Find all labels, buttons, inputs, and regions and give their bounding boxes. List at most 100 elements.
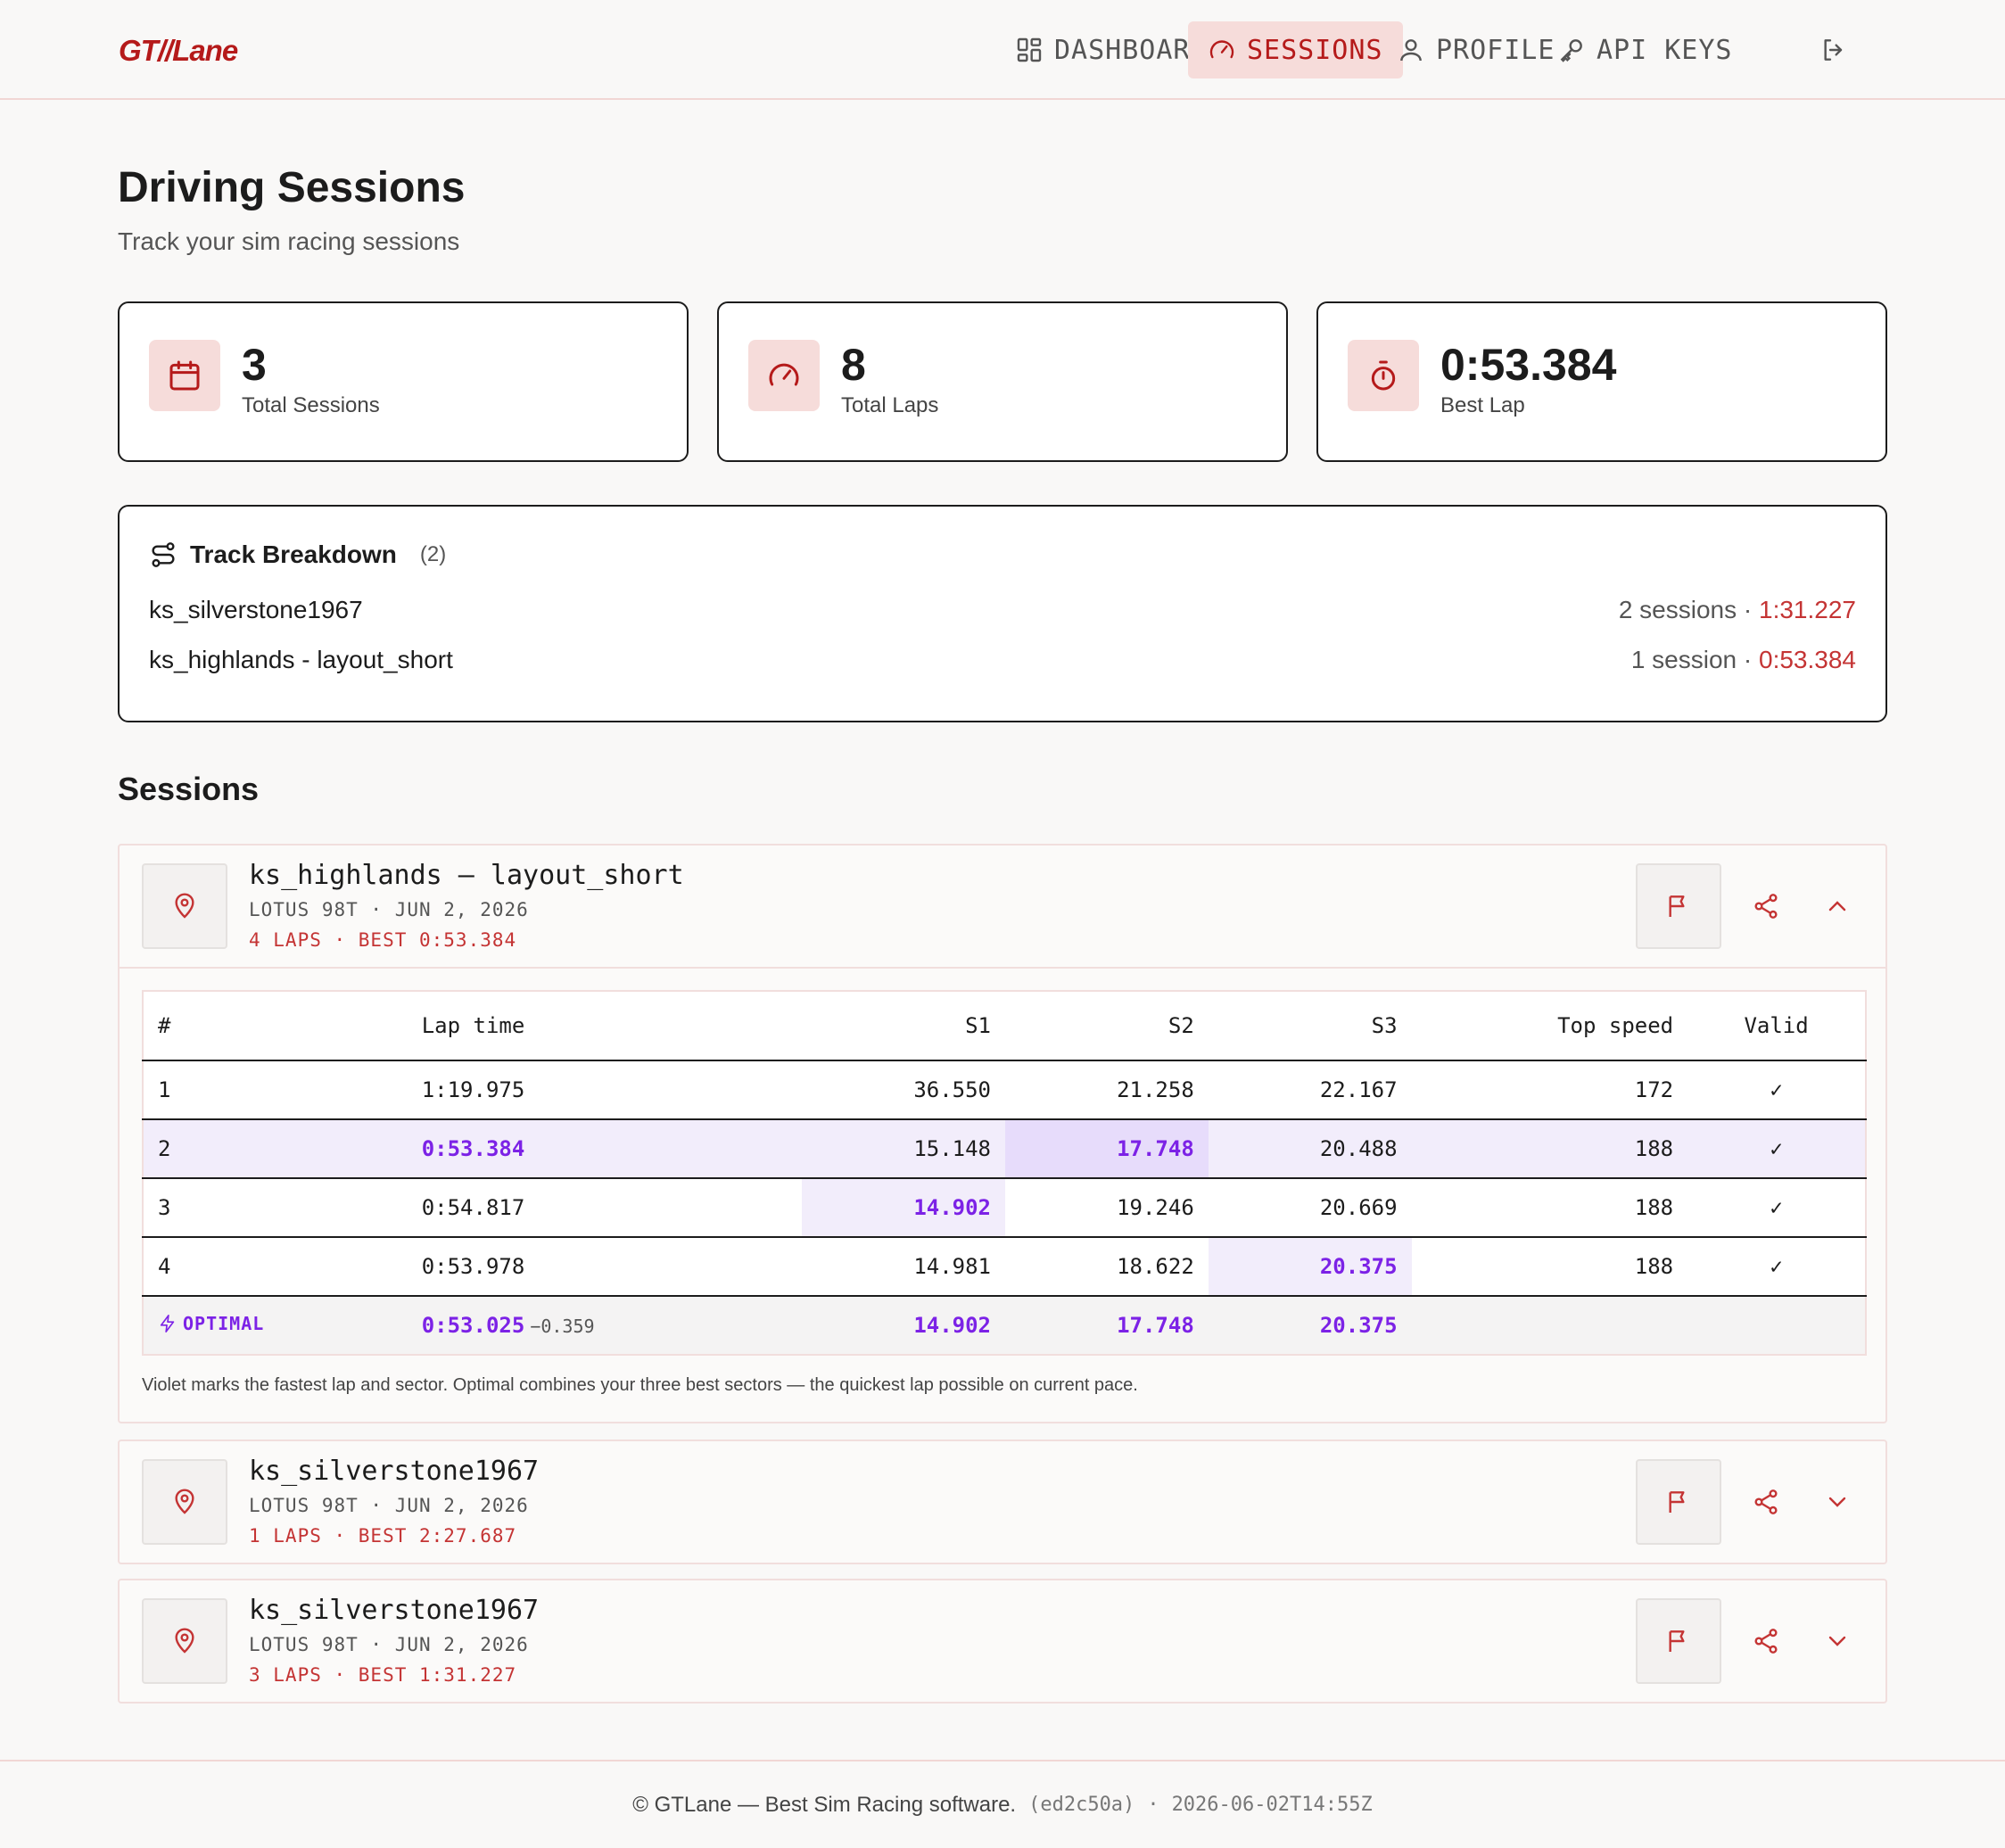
flag-icon [1669,1491,1685,1513]
nav-sessions[interactable]: SESSIONS [1188,21,1403,78]
session-header[interactable]: ks_silverstone1967 LOTUS 98T · JUN 2, 20… [120,1580,1885,1702]
optimal-lap-time: 0:53.025 [421,1313,525,1338]
session-track: ks_silverstone1967 [249,1595,540,1626]
footer-separator: · [1147,1794,1159,1816]
calendar-icon [169,360,200,391]
lap-table-header: # Lap time S1 S2 S3 Top speed Valid [143,991,1866,1061]
session-meta: LOTUS 98T · JUN 2, 2026 [249,1495,529,1516]
optimal-s1: 14.902 [802,1296,1006,1355]
map-pin-icon [175,893,194,919]
session-laps-panel: # Lap time S1 S2 S3 Top speed Valid 1 1:… [120,967,1885,1421]
lap-s1: 14.981 [802,1237,1006,1297]
share-icon [1754,1489,1778,1514]
lap-top-speed: 188 [1411,1178,1688,1238]
lap-s3: 20.669 [1208,1178,1412,1238]
optimal-delta: −0.359 [530,1316,595,1337]
page-title: Driving Sessions [118,164,466,211]
session-header[interactable]: ks_silverstone1967 LOTUS 98T · JUN 2, 20… [120,1441,1885,1563]
brand-logo[interactable]: GT//Lane [119,34,238,68]
stat-value: 3 [242,340,267,390]
lap-top-speed: 172 [1411,1060,1688,1120]
track-breakdown-row: ks_highlands - layout_short 1 session · … [149,642,1856,678]
flag-button[interactable] [1636,1459,1721,1545]
key-icon [1560,39,1582,62]
track-breakdown-title: Track Breakdown [190,540,397,568]
collapse-button[interactable] [1816,885,1859,928]
chevron-up-icon [1828,901,1846,912]
stat-value: 8 [841,340,866,390]
lap-table-note: Violet marks the fastest lap and sector.… [142,1375,1138,1395]
session-stats: 4 LAPS · BEST 0:53.384 [249,929,517,951]
gauge-icon [769,363,799,386]
optimal-s3: 20.375 [1208,1296,1412,1355]
lap-top-speed: 188 [1411,1119,1688,1179]
expand-button[interactable] [1816,1481,1859,1523]
nav-sessions-label: SESSIONS [1247,34,1383,66]
nav-dashboard-label: DASHBOARD [1054,34,1208,66]
stopwatch-icon [1371,360,1396,391]
session-stats: 1 LAPS · BEST 2:27.687 [249,1525,517,1547]
col-header-lap: Lap time [407,991,803,1061]
session-track: ks_highlands – layout_short [249,860,684,891]
col-header-s3: S3 [1208,991,1412,1061]
flag-icon [1669,895,1685,917]
col-header-s2: S2 [1005,991,1209,1061]
lap-num: 4 [143,1237,408,1297]
stat-icon-box [149,340,220,411]
page-subtitle: Track your sim racing sessions [118,227,460,255]
track-name: ks_highlands - layout_short [149,646,453,673]
expand-button[interactable] [1816,1620,1859,1662]
session-card: ks_highlands – layout_short LOTUS 98T · … [118,844,1887,1423]
lap-num: 3 [143,1178,408,1238]
lap-row: 3 0:54.817 14.902 19.246 20.669 188 ✓ [143,1178,1866,1238]
col-header-top-speed: Top speed [1411,991,1688,1061]
share-icon [1754,1629,1778,1654]
stat-icon-box [748,340,820,411]
lap-num: 2 [143,1119,408,1179]
stat-card-sessions: 3 Total Sessions [118,301,689,462]
optimal-empty [1411,1296,1688,1355]
share-button[interactable] [1745,1620,1787,1662]
share-button[interactable] [1745,885,1787,928]
lap-time: 0:53.978 [407,1237,803,1297]
col-header-s1: S1 [802,991,1006,1061]
optimal-label: OPTIMAL [158,1313,264,1334]
logout-button[interactable] [1809,21,1859,78]
share-icon [1754,894,1778,919]
lap-s1: 15.148 [802,1119,1006,1179]
chevron-down-icon [1828,1636,1846,1646]
track-best-lap: 0:53.384 [1759,646,1856,673]
track-breakdown-row: ks_silverstone1967 2 sessions · 1:31.227 [149,592,1856,628]
stat-label: Best Lap [1440,393,1525,417]
session-location-badge [142,863,227,949]
map-pin-icon [175,1489,194,1514]
lap-s3: 20.488 [1208,1119,1412,1179]
lap-s3: 20.375 [1208,1237,1412,1297]
route-icon [152,542,175,567]
lap-s2: 18.622 [1005,1237,1209,1297]
lap-valid: ✓ [1687,1119,1866,1179]
share-button[interactable] [1745,1481,1787,1523]
lap-row: 1 1:19.975 36.550 21.258 22.167 172 ✓ [143,1060,1866,1120]
lap-table: # Lap time S1 S2 S3 Top speed Valid 1 1:… [142,990,1867,1356]
stat-card-laps: 8 Total Laps [717,301,1288,462]
lap-row-fastest: 2 0:53.384 15.148 17.748 20.488 188 ✓ [143,1119,1866,1179]
top-bar: GT//Lane DASHBOARD SESSIONS PROFILE API … [0,0,2005,100]
lightning-icon [160,1314,175,1332]
lap-num: 1 [143,1060,408,1120]
session-location-badge [142,1598,227,1684]
session-card: ks_silverstone1967 LOTUS 98T · JUN 2, 20… [118,1440,1887,1564]
flag-button[interactable] [1636,863,1721,949]
session-header[interactable]: ks_highlands – layout_short LOTUS 98T · … [120,846,1885,967]
session-meta: LOTUS 98T · JUN 2, 2026 [249,899,529,920]
optimal-label-text: OPTIMAL [183,1312,265,1334]
stat-card-best-lap: 0:53.384 Best Lap [1316,301,1887,462]
map-pin-icon [175,1628,194,1654]
flag-button[interactable] [1636,1598,1721,1684]
optimal-lap-cell: 0:53.025 −0.359 [407,1296,803,1355]
lap-time: 0:54.817 [407,1178,803,1238]
session-location-badge [142,1459,227,1545]
track-session-count: 1 session · [1630,646,1759,673]
nav-api-keys[interactable]: API KEYS [1538,21,1753,78]
lap-time: 1:19.975 [407,1060,803,1120]
